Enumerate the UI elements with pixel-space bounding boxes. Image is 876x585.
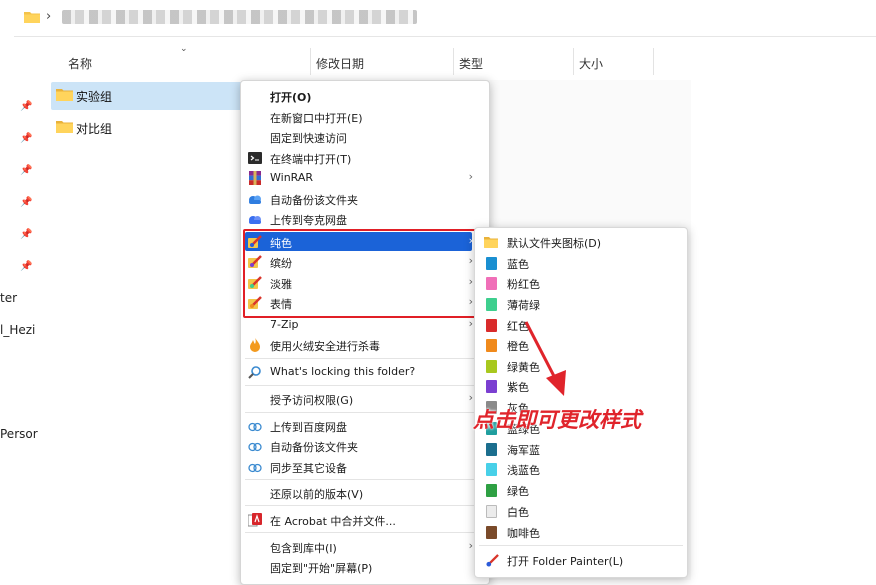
file-name[interactable]: 对比组	[76, 120, 112, 137]
menu-item-restore-versions[interactable]: 还原以前的版本(V)	[241, 483, 489, 503]
color-swatch	[486, 277, 497, 290]
folder-icon	[56, 89, 73, 101]
annotation-arrow-icon	[524, 321, 566, 396]
submenu-pure-color: 默认文件夹图标(D) 蓝色 粉红色 薄荷绿 红色 橙色 绿黄色 紫色 灰色 蓝绿…	[474, 227, 688, 578]
color-swatch	[486, 526, 497, 539]
color-swatch	[486, 443, 497, 456]
color-swatch	[486, 505, 497, 518]
menu-item-sync-devices[interactable]: 同步至其它设备	[241, 457, 489, 477]
chevron-right-icon: ›	[468, 539, 473, 552]
acrobat-icon	[248, 513, 262, 527]
color-swatch	[486, 484, 497, 497]
menu-item-whats-locking[interactable]: What's locking this folder?	[241, 362, 489, 382]
menu-separator	[245, 479, 485, 480]
folder-icon	[24, 12, 40, 23]
chevron-right-icon: ›	[468, 170, 473, 183]
submenu-item-white[interactable]: 白色	[475, 501, 687, 521]
magnifier-icon	[248, 366, 261, 379]
submenu-item-mint[interactable]: 薄荷绿	[475, 294, 687, 314]
folder-icon	[484, 237, 498, 248]
sort-chevron-icon: ⌄	[180, 44, 188, 54]
menu-separator	[245, 412, 485, 413]
color-swatch	[486, 339, 497, 352]
chevron-right-icon: ›	[468, 317, 473, 330]
menu-item-winrar[interactable]: WinRAR ›	[241, 168, 489, 188]
menu-separator	[245, 505, 485, 506]
context-menu: 打开(O) 在新窗口中打开(E) 固定到快速访问 在终端中打开(T) WinRA…	[240, 80, 490, 585]
submenu-item-open-folder-painter[interactable]: 打开 Folder Painter(L)	[475, 550, 687, 570]
submenu-item-blue[interactable]: 蓝色	[475, 253, 687, 273]
column-header-type[interactable]: 类型	[459, 55, 483, 72]
color-swatch	[486, 463, 497, 476]
menu-item-pin-quick-access[interactable]: 固定到快速访问	[241, 127, 489, 147]
submenu-item-coffee[interactable]: 咖啡色	[475, 522, 687, 542]
menu-separator	[245, 385, 485, 386]
column-header-modified[interactable]: 修改日期	[316, 55, 364, 72]
submenu-item-green[interactable]: 绿色	[475, 480, 687, 500]
menu-item-huorong-scan[interactable]: 使用火绒安全进行杀毒	[241, 335, 489, 355]
menu-item-grant-access[interactable]: 授予访问权限(G) ›	[241, 389, 489, 409]
color-swatch	[486, 257, 497, 270]
cloud-sync-icon	[248, 422, 262, 432]
highlight-box	[243, 229, 478, 318]
winrar-icon	[249, 171, 261, 185]
menu-separator	[479, 545, 683, 546]
pin-icon[interactable]: 📌	[20, 133, 32, 144]
menu-item-open-terminal[interactable]: 在终端中打开(T)	[241, 148, 489, 168]
menu-item-7zip[interactable]: 7-Zip ›	[241, 315, 489, 335]
pin-icon[interactable]: 📌	[20, 165, 32, 176]
file-name[interactable]: 实验组	[76, 88, 112, 105]
chevron-right-icon: ›	[468, 391, 473, 404]
column-header-size[interactable]: 大小	[579, 55, 603, 72]
column-divider[interactable]	[453, 48, 454, 75]
color-swatch	[486, 380, 497, 393]
menu-item-auto-backup[interactable]: 自动备份该文件夹	[241, 189, 489, 209]
menu-item-open-new-window[interactable]: 在新窗口中打开(E)	[241, 107, 489, 127]
folder-icon	[56, 121, 73, 133]
submenu-item-default-icon[interactable]: 默认文件夹图标(D)	[475, 232, 687, 252]
paint-brush-icon	[486, 554, 499, 567]
menu-item-open[interactable]: 打开(O)	[241, 86, 489, 106]
cloud-sync-icon	[248, 442, 262, 452]
pin-icon[interactable]: 📌	[20, 261, 32, 272]
column-divider[interactable]	[573, 48, 574, 75]
column-divider[interactable]	[310, 48, 311, 75]
submenu-item-navy[interactable]: 海军蓝	[475, 439, 687, 459]
cloud-sync-icon	[248, 463, 262, 473]
flame-icon	[250, 338, 260, 352]
pin-icon[interactable]: 📌	[20, 197, 32, 208]
column-divider[interactable]	[653, 48, 654, 75]
color-swatch	[486, 360, 497, 373]
menu-item-include-library[interactable]: 包含到库中(I) ›	[241, 537, 489, 557]
menu-item-upload-quark[interactable]: 上传到夸克网盘	[241, 209, 489, 229]
color-swatch	[486, 298, 497, 311]
chevron-right-icon[interactable]: ›	[46, 9, 51, 24]
menu-item-upload-baidu[interactable]: 上传到百度网盘	[241, 416, 489, 436]
pin-icon[interactable]: 📌	[20, 101, 32, 112]
menu-separator	[245, 358, 485, 359]
quark-cloud-icon	[249, 216, 261, 224]
nav-item[interactable]: ter	[0, 291, 17, 305]
color-swatch	[486, 319, 497, 332]
address-path-blurred[interactable]	[62, 10, 417, 24]
nav-item[interactable]: Persor	[0, 427, 38, 441]
nav-item[interactable]: l_Hezi	[0, 323, 35, 337]
submenu-item-pink[interactable]: 粉红色	[475, 273, 687, 293]
cloud-backup-icon	[249, 195, 261, 204]
menu-item-pin-start[interactable]: 固定到"开始"屏幕(P)	[241, 557, 489, 577]
submenu-item-light-blue[interactable]: 浅蓝色	[475, 459, 687, 479]
terminal-icon	[248, 152, 262, 164]
pin-icon[interactable]: 📌	[20, 229, 32, 240]
menu-separator	[245, 532, 485, 533]
menu-item-auto-backup-2[interactable]: 自动备份该文件夹	[241, 436, 489, 456]
annotation-text: 点击即可更改样式	[473, 408, 641, 432]
menu-item-acrobat-merge[interactable]: 在 Acrobat 中合并文件...	[241, 510, 489, 530]
column-header-name[interactable]: 名称	[68, 55, 92, 72]
